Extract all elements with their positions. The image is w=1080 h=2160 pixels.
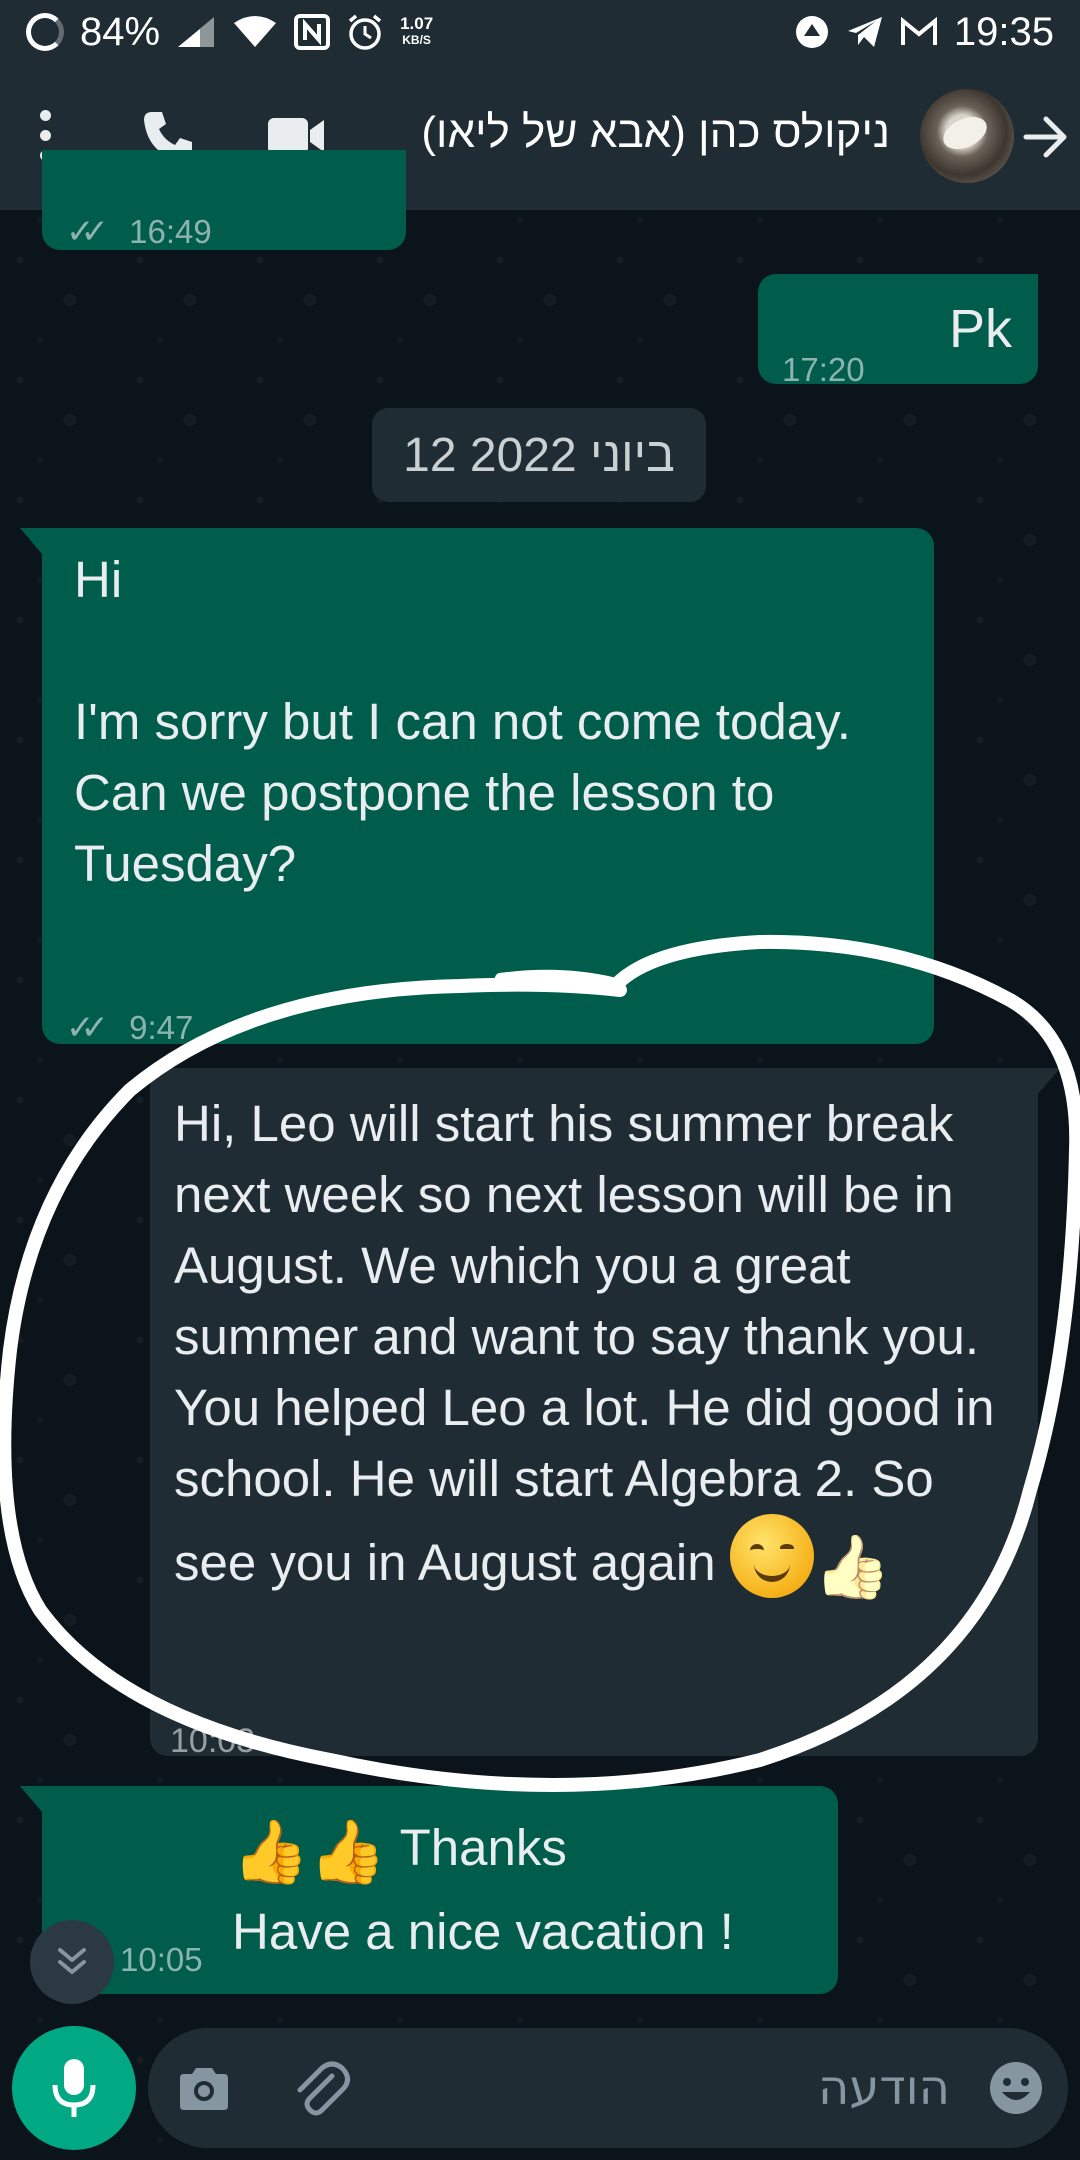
gmail-icon	[900, 17, 937, 45]
message-bubble-outgoing[interactable]: Hi I'm sorry but I can not come today. C…	[42, 528, 934, 1047]
status-left: 84% 1.07 KB/S	[26, 10, 433, 55]
signal-icon	[178, 17, 215, 47]
date-separator: 12 ביוני 2022	[372, 408, 706, 502]
message-text: Pk	[948, 299, 1012, 359]
battery-icon	[26, 13, 64, 51]
message-bubble-incoming[interactable]: Hi, Leo will start his summer break next…	[150, 1068, 1038, 1760]
back-arrow-icon[interactable]	[1020, 112, 1070, 162]
message-time: 10:05	[120, 1941, 203, 1978]
scroll-down-icon	[58, 1948, 86, 1974]
bubble-tail	[1038, 1068, 1060, 1094]
bubble-tail	[20, 1786, 42, 1812]
message-bubble-outgoing[interactable]: 👍👍 Thanks Have a nice vacation ! 10:05	[42, 1786, 838, 1994]
message-text: Have a nice vacation !	[232, 1903, 734, 1960]
message-bubble-outgoing[interactable]: 17:20 Pk	[758, 274, 1038, 388]
message-text: Hi, Leo will start his summer break next…	[174, 1095, 995, 1591]
smiling-face-emoji	[729, 1514, 814, 1598]
message-text: Thanks	[399, 1819, 567, 1876]
thumbs-up-emoji: 👍	[232, 1818, 310, 1887]
bubble-tail	[20, 528, 42, 554]
message-composer	[148, 2028, 1068, 2148]
scroll-to-bottom-button[interactable]	[30, 1920, 114, 2004]
vpn-icon	[795, 16, 828, 48]
status-bar: 84% 1.07 KB/S 19:35	[0, 0, 1080, 64]
message-input[interactable]	[430, 2056, 950, 2120]
contact-avatar[interactable]	[920, 89, 1014, 183]
message-bubble-outgoing[interactable]: ✓✓ 16:49	[42, 150, 406, 251]
message-time: 16:49	[129, 213, 212, 250]
network-speed-value: 1.07	[400, 14, 434, 33]
thumbs-up-emoji: 👍	[813, 1533, 891, 1602]
message-time: 9:47	[129, 1009, 194, 1046]
nfc-icon	[294, 14, 331, 50]
read-receipt-icon: ✓✓	[66, 1009, 109, 1047]
voice-message-button[interactable]	[12, 2026, 136, 2150]
battery-level: 84%	[80, 9, 161, 54]
read-receipt-icon: ✓✓	[66, 213, 109, 251]
message-text: Hi I'm sorry but I can not come today. C…	[74, 551, 851, 892]
alarm-icon	[348, 14, 382, 50]
message-time: 10:03	[170, 1722, 256, 1760]
status-right: 19:35	[794, 10, 1054, 55]
network-speed-unit: KB/S	[402, 33, 431, 47]
message-meta: ✓✓ 9:47	[66, 986, 193, 1064]
attach-icon[interactable]	[292, 2058, 352, 2118]
message-time: 17:20	[782, 351, 865, 388]
emoji-icon[interactable]	[988, 2060, 1044, 2116]
contact-name[interactable]: ניקולס כהן (אבא של ליאו)	[421, 108, 890, 158]
mic-icon	[52, 2059, 96, 2117]
telegram-icon	[847, 17, 882, 47]
message-meta: ✓✓ 16:49	[66, 190, 212, 268]
status-time: 19:35	[953, 9, 1054, 54]
network-speed: 1.07 KB/S	[400, 15, 433, 49]
wifi-icon	[234, 16, 277, 47]
camera-icon[interactable]	[176, 2064, 232, 2112]
thumbs-up-emoji: 👍	[309, 1818, 387, 1887]
message-line: 👍👍 Thanks	[232, 1812, 567, 1884]
message-text-wrapper: Hi, Leo will start his summer break next…	[174, 1088, 1024, 1599]
